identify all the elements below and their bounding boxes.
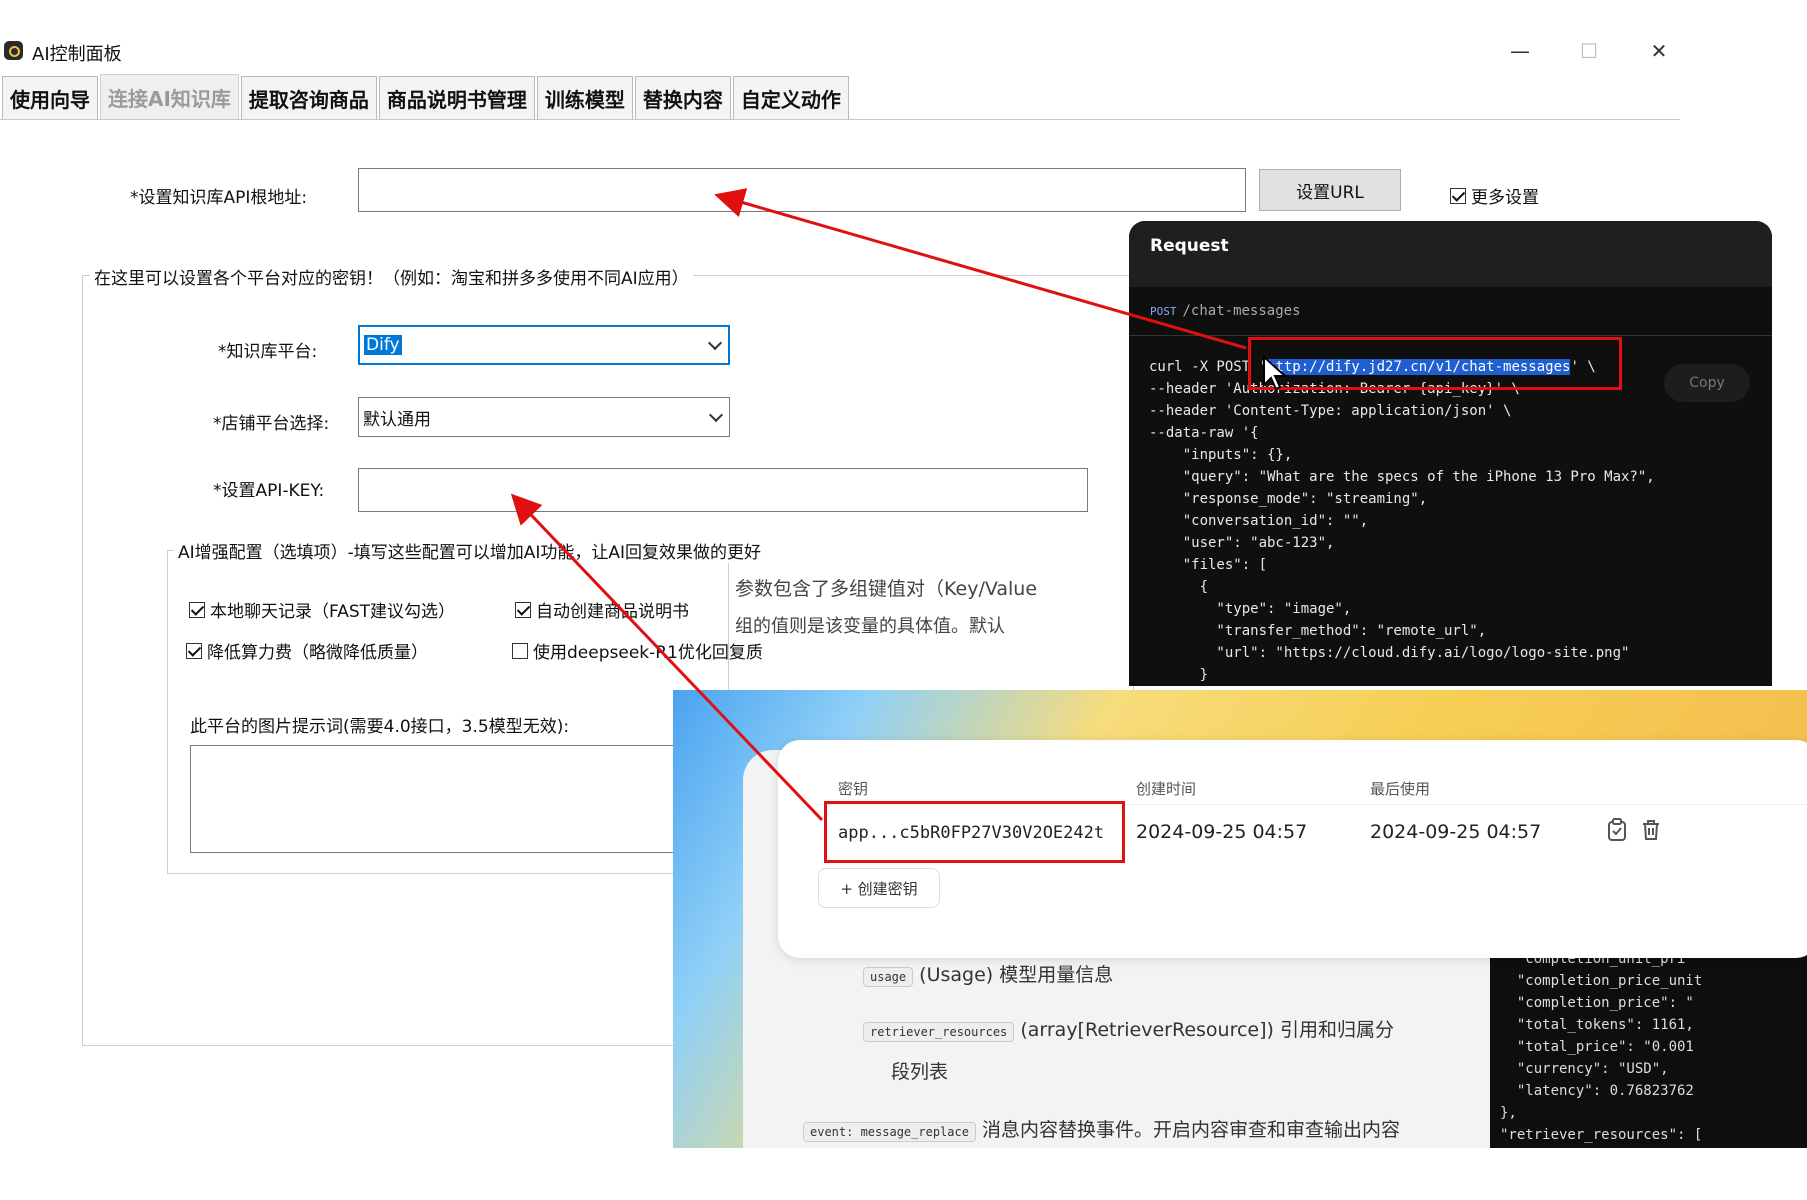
annotation-arrows xyxy=(510,188,1247,822)
arrow-to-api-key-input xyxy=(510,493,824,822)
arrow-to-url-input xyxy=(714,188,1247,350)
